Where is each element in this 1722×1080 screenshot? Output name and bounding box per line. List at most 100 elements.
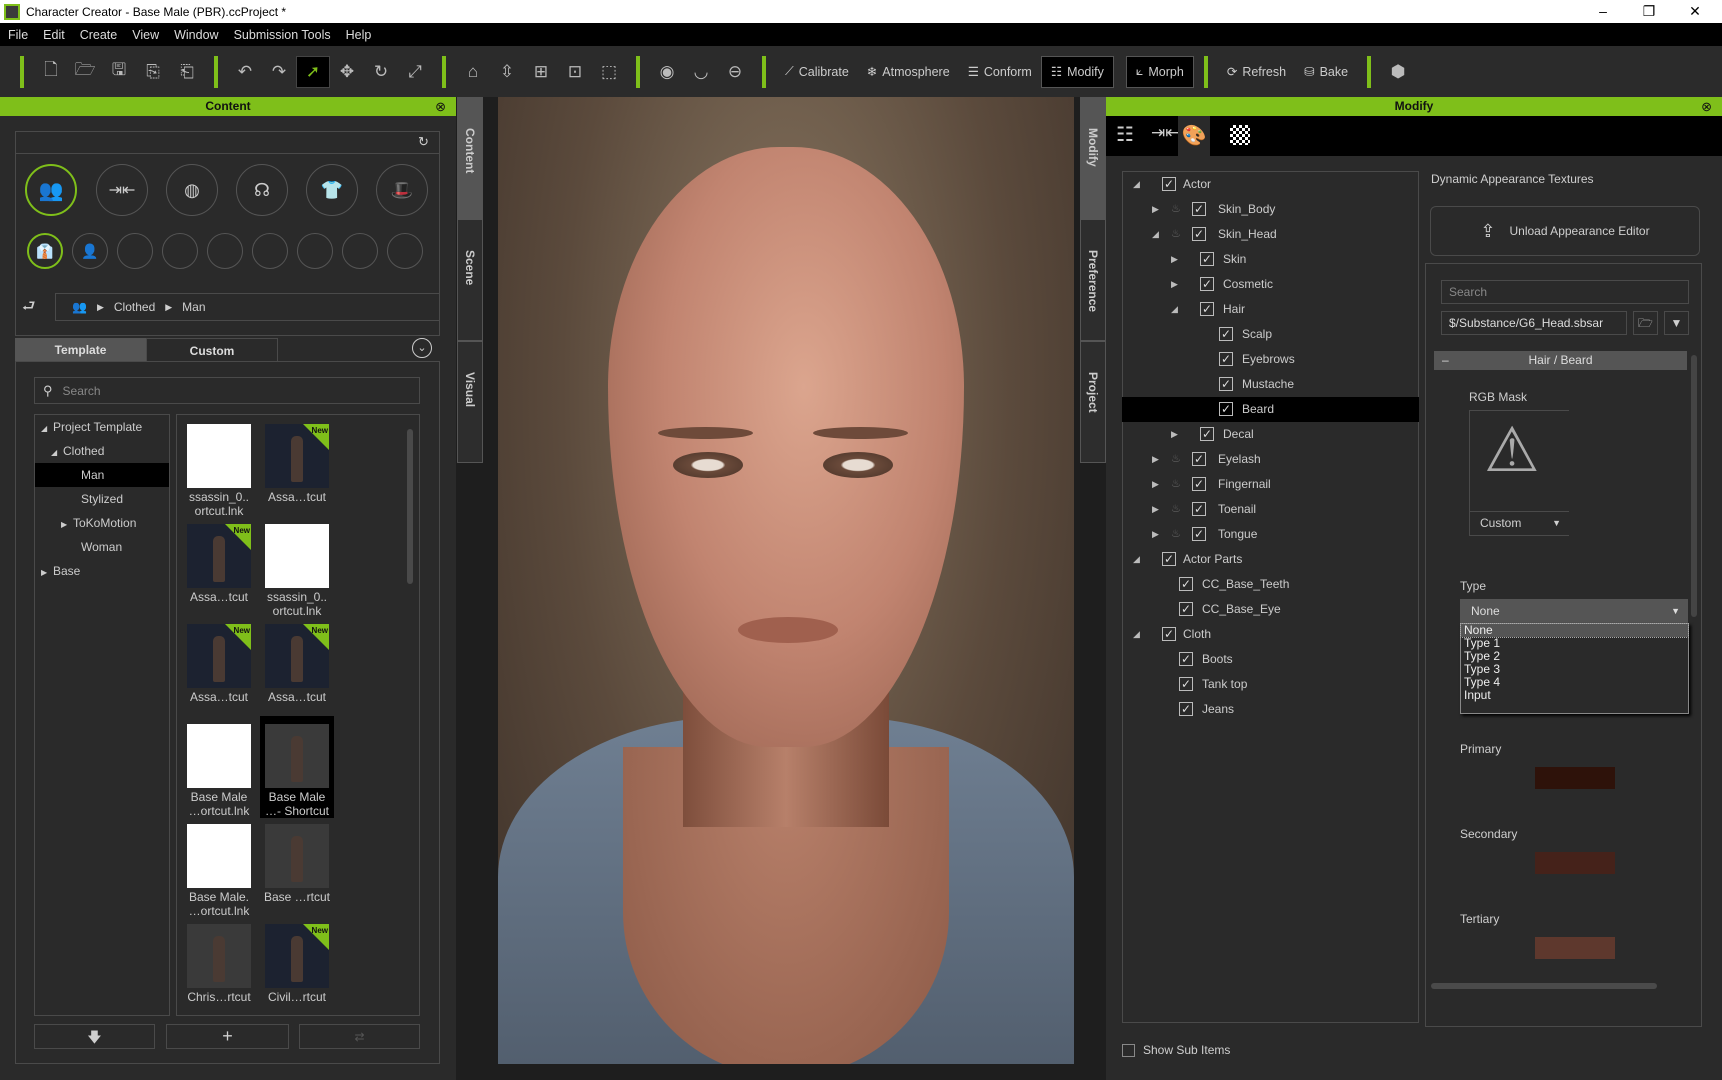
undo-icon[interactable]: ↶ — [228, 62, 262, 82]
collapsed-arrow-icon[interactable]: ▶ — [1171, 422, 1178, 447]
load-folder-icon[interactable]: 🗁 — [1633, 311, 1658, 335]
horizontal-scrollbar[interactable] — [1431, 983, 1657, 989]
scale-icon[interactable]: ⤢ — [398, 62, 432, 82]
content-search-input[interactable]: ⚲ Search — [34, 377, 420, 404]
tree-row-mustache[interactable]: ✓ Mustache — [1122, 372, 1419, 397]
expanded-arrow-icon[interactable]: ◢ — [1171, 297, 1178, 322]
type-option[interactable]: Input — [1461, 689, 1688, 702]
sub-category-slot[interactable]: 👤 — [72, 233, 108, 269]
tree-item[interactable]: ▶ Base — [35, 559, 169, 583]
content-item[interactable]: Base Male …ortcut.lnk — [182, 724, 256, 818]
content-item[interactable]: Base Male. …ortcut.lnk — [182, 824, 256, 918]
tree-row-tongue[interactable]: ▶ ♨ ✓ Tongue — [1122, 522, 1419, 547]
visibility-checkbox[interactable]: ✓ — [1179, 702, 1193, 716]
visibility-checkbox[interactable]: ✓ — [1192, 502, 1206, 516]
tree-item[interactable]: Stylized — [35, 487, 169, 511]
expanded-arrow-icon[interactable]: ◢ — [1133, 547, 1140, 572]
collapsed-arrow-icon[interactable]: ▶ — [61, 513, 73, 537]
collapsed-arrow-icon[interactable]: ▶ — [1171, 247, 1178, 272]
content-item[interactable]: New Assa…tcut — [182, 524, 256, 604]
sub-category-slot[interactable] — [252, 233, 288, 269]
sub-category-slot[interactable] — [207, 233, 243, 269]
tree-row-boots[interactable]: ✓ Boots — [1122, 647, 1419, 672]
close-panel-icon[interactable]: ⊗ — [435, 97, 446, 116]
back-icon[interactable]: ⮐ — [22, 296, 36, 321]
vtab-project[interactable]: Project — [1080, 341, 1106, 463]
tree-row-beard[interactable]: ✓ Beard — [1122, 397, 1419, 422]
visibility-checkbox[interactable]: ✓ — [1200, 427, 1214, 441]
content-item[interactable]: Base Male …- Shortcut — [260, 716, 334, 818]
vtab-preference[interactable]: Preference — [1080, 219, 1106, 341]
home-icon[interactable]: ⌂ — [456, 62, 490, 82]
visibility-checkbox[interactable]: ✓ — [1219, 377, 1233, 391]
expanded-arrow-icon[interactable]: ◢ — [1152, 222, 1159, 247]
menu-edit[interactable]: Edit — [43, 28, 65, 42]
content-item[interactable]: New Assa…tcut — [182, 624, 256, 704]
visibility-checkbox[interactable]: ✓ — [1192, 452, 1206, 466]
primary-color-swatch[interactable] — [1535, 767, 1615, 789]
camera-frame-icon[interactable]: ⬚ — [592, 62, 626, 82]
tree-row-cc_base_teeth[interactable]: ✓ CC_Base_Teeth — [1122, 572, 1419, 597]
visibility-checkbox[interactable]: ✓ — [1219, 327, 1233, 341]
save-icon[interactable]: 🖫 — [102, 57, 136, 86]
redo-icon[interactable]: ↷ — [262, 62, 296, 82]
category-material-icon[interactable]: ◍ — [166, 164, 218, 216]
vtab-content[interactable]: Content — [457, 97, 483, 219]
close-panel-icon[interactable]: ⊗ — [1701, 97, 1712, 116]
tree-item[interactable]: ▶ ToKoMotion — [35, 511, 169, 535]
expanded-arrow-icon[interactable]: ◢ — [1133, 622, 1140, 647]
collapsed-arrow-icon[interactable]: ▶ — [1152, 522, 1159, 547]
tree-row-tank-top[interactable]: ✓ Tank top — [1122, 672, 1419, 697]
tree-item[interactable]: ◢ Project Template — [35, 415, 169, 439]
visibility-checkbox[interactable]: ✓ — [1179, 677, 1193, 691]
vtab-modify[interactable]: Modify — [1080, 97, 1106, 219]
visibility-checkbox[interactable]: ✓ — [1192, 202, 1206, 216]
visibility-checkbox[interactable]: ✓ — [1179, 652, 1193, 666]
close-button[interactable]: ✕ — [1672, 0, 1718, 23]
sub-category-slot[interactable] — [387, 233, 423, 269]
add-button[interactable]: + — [166, 1024, 289, 1049]
category-accessory-icon[interactable]: 🎩 — [376, 164, 428, 216]
mask-select[interactable]: Custom ▼ — [1469, 511, 1569, 536]
unload-appearance-editor-button[interactable]: ⇪ Unload Appearance Editor — [1430, 206, 1700, 256]
substance-search-input[interactable]: Search — [1441, 280, 1689, 304]
menu-window[interactable]: Window — [174, 28, 218, 42]
expanded-arrow-icon[interactable]: ◢ — [51, 441, 63, 465]
export-icon[interactable]: ⎘ — [136, 62, 170, 82]
tertiary-color-swatch[interactable] — [1535, 937, 1615, 959]
collapsed-arrow-icon[interactable]: ▶ — [1152, 497, 1159, 522]
visibility-checkbox[interactable]: ✓ — [1219, 352, 1233, 366]
refresh-icon[interactable]: ↻ — [418, 134, 429, 150]
modify-button[interactable]: ☷ Modify — [1040, 55, 1114, 88]
menu-help[interactable]: Help — [346, 28, 372, 42]
chevron-down-icon[interactable]: ⌄ — [412, 338, 432, 358]
maximize-button[interactable]: ❐ — [1626, 0, 1672, 23]
menu-file[interactable]: File — [8, 28, 28, 42]
visibility-checkbox[interactable]: ✓ — [1219, 402, 1233, 416]
tab-appearance-icon[interactable]: 🎨 — [1178, 116, 1210, 156]
menu-view[interactable]: View — [132, 28, 159, 42]
tab-template[interactable]: Template — [15, 338, 146, 362]
tree-item[interactable]: Woman — [35, 535, 169, 559]
open-folder-icon[interactable]: 🗁 — [68, 57, 102, 86]
sub-category-slot[interactable] — [342, 233, 378, 269]
grid-scrollbar[interactable] — [407, 429, 413, 584]
tab-morph-icon[interactable]: ⇥⇤ — [1151, 123, 1180, 143]
sub-category-slot[interactable] — [162, 233, 198, 269]
show-sub-items-checkbox[interactable] — [1122, 1043, 1135, 1057]
expanded-arrow-icon[interactable]: ◢ — [41, 417, 53, 441]
tree-row-actor-parts[interactable]: ◢ ✓ Actor Parts — [1122, 547, 1419, 572]
visor-icon[interactable]: ⊖ — [718, 62, 752, 82]
tab-sliders-icon[interactable]: ☷ — [1116, 122, 1134, 147]
collapsed-arrow-icon[interactable]: ▶ — [1152, 447, 1159, 472]
secondary-color-swatch[interactable] — [1535, 852, 1615, 874]
tree-row-skin_head[interactable]: ◢ ♨ ✓ Skin_Head — [1122, 222, 1419, 247]
collapse-icon[interactable]: – — [1442, 351, 1449, 370]
tree-row-cc_base_eye[interactable]: ✓ CC_Base_Eye — [1122, 597, 1419, 622]
cube-export-icon[interactable]: ⬢ — [1381, 62, 1415, 82]
content-item[interactable]: ssassin_0.. ortcut.lnk — [260, 524, 334, 618]
tree-row-eyelash[interactable]: ▶ ♨ ✓ Eyelash — [1122, 447, 1419, 472]
content-item[interactable]: New Assa…tcut — [260, 624, 334, 704]
visibility-checkbox[interactable]: ✓ — [1162, 177, 1176, 191]
vtab-visual[interactable]: Visual — [457, 341, 483, 463]
